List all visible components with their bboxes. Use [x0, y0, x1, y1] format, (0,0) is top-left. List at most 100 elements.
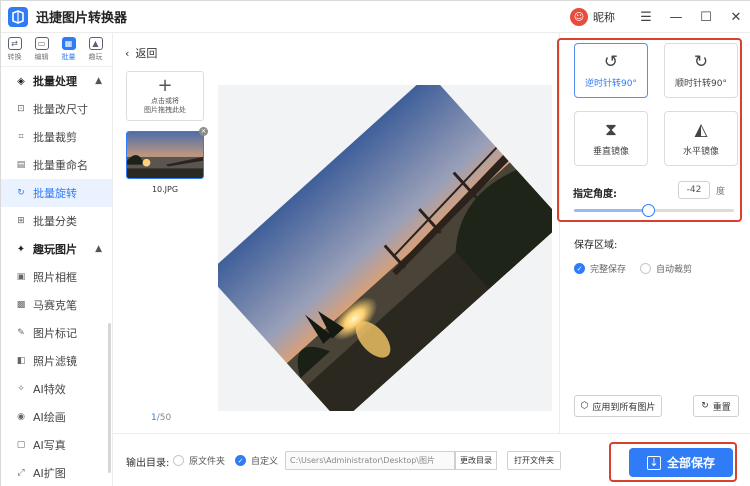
group-fun-images[interactable]: ✦ 趣玩图片 ▲ [1, 235, 112, 263]
thumbnail-image [127, 132, 203, 178]
sidebar-item-filter[interactable]: ◧ 照片滤镜 [1, 347, 112, 375]
group-label: 批量处理 [33, 75, 77, 88]
save-area-label: 保存区域: [574, 240, 618, 251]
sidebar-item-label: AI写真 [33, 439, 66, 452]
angle-input[interactable]: -42 [678, 181, 710, 199]
sidebar-scrollbar[interactable] [108, 323, 111, 473]
rotate-icon: ↻ [17, 188, 25, 198]
open-folder-button[interactable]: 打开文件夹 [507, 451, 561, 470]
menu-icon[interactable]: ☰ [631, 1, 661, 33]
group-batch-processing[interactable]: ◈ 批量处理 ▲ [1, 67, 112, 95]
group-label: 趣玩图片 [33, 243, 77, 256]
mode-edit[interactable]: ▭ 编辑 [28, 33, 55, 66]
sidebar-item-mark[interactable]: ✎ 图片标记 [1, 319, 112, 347]
button-label: 应用到所有图片 [592, 402, 656, 413]
back-button[interactable]: ‹ 返回 [125, 45, 157, 61]
sidebar-item-label: 批量裁剪 [33, 131, 77, 144]
mode-label: 转换 [7, 53, 22, 61]
edit-icon: ▭ [34, 37, 49, 50]
angle-slider-thumb[interactable] [641, 204, 655, 217]
angle-label: 指定角度: [573, 189, 617, 200]
minimize-icon[interactable]: — [661, 1, 691, 33]
image-preview [218, 85, 552, 411]
flip-horizontal-icon: ◭ [694, 120, 708, 140]
plus-icon: + [157, 75, 173, 96]
sidebar-item-frame[interactable]: ▣ 照片相框 [1, 263, 112, 291]
title-bar: 迅捷图片转换器 ☺ 昵称 ☰ — ☐ ✕ [1, 1, 750, 33]
button-label: 全部保存 [666, 456, 715, 470]
sidebar-item-label: AI扩图 [33, 467, 66, 480]
app-title: 迅捷图片转换器 [36, 11, 128, 26]
back-label: 返回 [135, 47, 158, 60]
save-all-button[interactable]: ↓ 全部保存 [629, 448, 733, 477]
button-label: 垂直镜像 [592, 147, 629, 157]
image-thumbnail[interactable] [126, 131, 204, 179]
download-icon: ↓ [646, 455, 661, 470]
mode-fun[interactable]: ▲ 趣玩 [82, 33, 109, 66]
user-avatar[interactable]: ☺ [570, 8, 588, 26]
classify-icon: ⊞ [17, 216, 25, 226]
filter-icon: ◧ [16, 356, 26, 366]
angle-slider-fill [574, 209, 648, 212]
sidebar-item-ai-effect[interactable]: ✧ AI特效 [1, 375, 112, 403]
sidebar-item-label: AI绘画 [33, 411, 66, 424]
output-dir-label: 输出目录: [126, 458, 170, 469]
add-image-hint: 点击或将 图片拖拽此处 [144, 97, 186, 114]
rotate-right-icon: ↻ [693, 52, 709, 72]
sidebar: ⇄ 转换 ▭ 编辑 ▦ 批量 ▲ 趣玩 ◈ 批量处理 ▲ ⊡ 批量改尺寸 ⌗ 批量裁… [1, 33, 113, 486]
rotate-left-button[interactable]: ↺ 逆时针转90° [574, 43, 648, 98]
close-icon[interactable]: ✕ [721, 1, 750, 33]
ai-effect-icon: ✧ [17, 384, 25, 394]
save-full-radio[interactable]: ✓ 完整保存 [574, 262, 626, 275]
mode-batch[interactable]: ▦ 批量 [55, 33, 82, 66]
mosaic-icon: ▩ [16, 300, 26, 310]
rotated-photo [218, 85, 552, 411]
output-source-radio[interactable]: 原文件夹 [173, 454, 225, 467]
mode-convert[interactable]: ⇄ 转换 [1, 33, 28, 66]
sidebar-item-ai-portrait[interactable]: ▢ AI写真 [1, 431, 112, 459]
save-crop-radio[interactable]: 自动裁剪 [640, 262, 692, 275]
flip-vertical-button[interactable]: ⧗ 垂直镜像 [574, 111, 648, 166]
apply-all-button[interactable]: ⬡ 应用到所有图片 [574, 395, 662, 417]
reset-button[interactable]: ↻ 重置 [693, 395, 739, 417]
sidebar-item-label: AI特效 [33, 383, 66, 396]
sidebar-item-rotate[interactable]: ↻ 批量旋转 [1, 179, 112, 207]
sidebar-item-ai-paint[interactable]: ◉ AI绘画 [1, 403, 112, 431]
sidebar-item-label: 批量分类 [33, 215, 77, 228]
main-area: ‹ 返回 + 点击或将 图片拖拽此处 × 10.JPG 1/50 [113, 33, 559, 433]
tools-panel: ↺ 逆时针转90° ↻ 顺时针转90° ⧗ 垂直镜像 ◭ 水平镜像 指定角度: … [557, 33, 750, 433]
sidebar-item-ai-expand[interactable]: ⤢ AI扩图 [1, 459, 112, 486]
button-label: 顺时针转90° [675, 79, 727, 89]
remove-thumbnail-icon[interactable]: × [199, 127, 208, 136]
app-logo-icon [8, 6, 28, 27]
maximize-icon[interactable]: ☐ [691, 1, 721, 33]
sidebar-item-classify[interactable]: ⊞ 批量分类 [1, 207, 112, 235]
reset-icon: ↻ [701, 401, 709, 411]
sidebar-item-label: 照片相框 [33, 271, 77, 284]
batch-icon: ▦ [61, 37, 76, 50]
button-label: 重置 [712, 402, 731, 413]
thumbnail-filename: 10.JPG [151, 185, 179, 194]
sidebar-item-resize[interactable]: ⊡ 批量改尺寸 [1, 95, 112, 123]
sidebar-item-crop[interactable]: ⌗ 批量裁剪 [1, 123, 112, 151]
output-custom-radio[interactable]: ✓ 自定义 [235, 454, 278, 467]
portrait-icon: ▢ [16, 440, 26, 450]
add-image-card[interactable]: + 点击或将 图片拖拽此处 [126, 71, 204, 121]
button-label: 水平镜像 [682, 147, 719, 157]
sidebar-item-rename[interactable]: ▤ 批量重命名 [1, 151, 112, 179]
cube-icon: ⬡ [580, 401, 589, 411]
sidebar-item-mosaic[interactable]: ▩ 马赛克笔 [1, 291, 112, 319]
frame-icon: ▣ [16, 272, 26, 282]
sparkle-icon: ✦ [16, 243, 26, 255]
flip-horizontal-button[interactable]: ◭ 水平镜像 [664, 111, 738, 166]
radio-label: 自动裁剪 [656, 265, 693, 275]
checked-icon: ✓ [574, 263, 585, 274]
page-indicator: 1/50 [151, 413, 171, 423]
output-path-field[interactable]: C:\Users\Administrator\Desktop\图片 [285, 451, 455, 470]
sidebar-item-label: 批量重命名 [33, 159, 88, 172]
user-nickname[interactable]: 昵称 [593, 9, 615, 25]
rotate-right-button[interactable]: ↻ 顺时针转90° [664, 43, 738, 98]
crop-icon: ⌗ [18, 132, 24, 142]
fun-icon: ▲ [88, 37, 103, 50]
change-dir-button[interactable]: 更改目录 [455, 451, 497, 470]
